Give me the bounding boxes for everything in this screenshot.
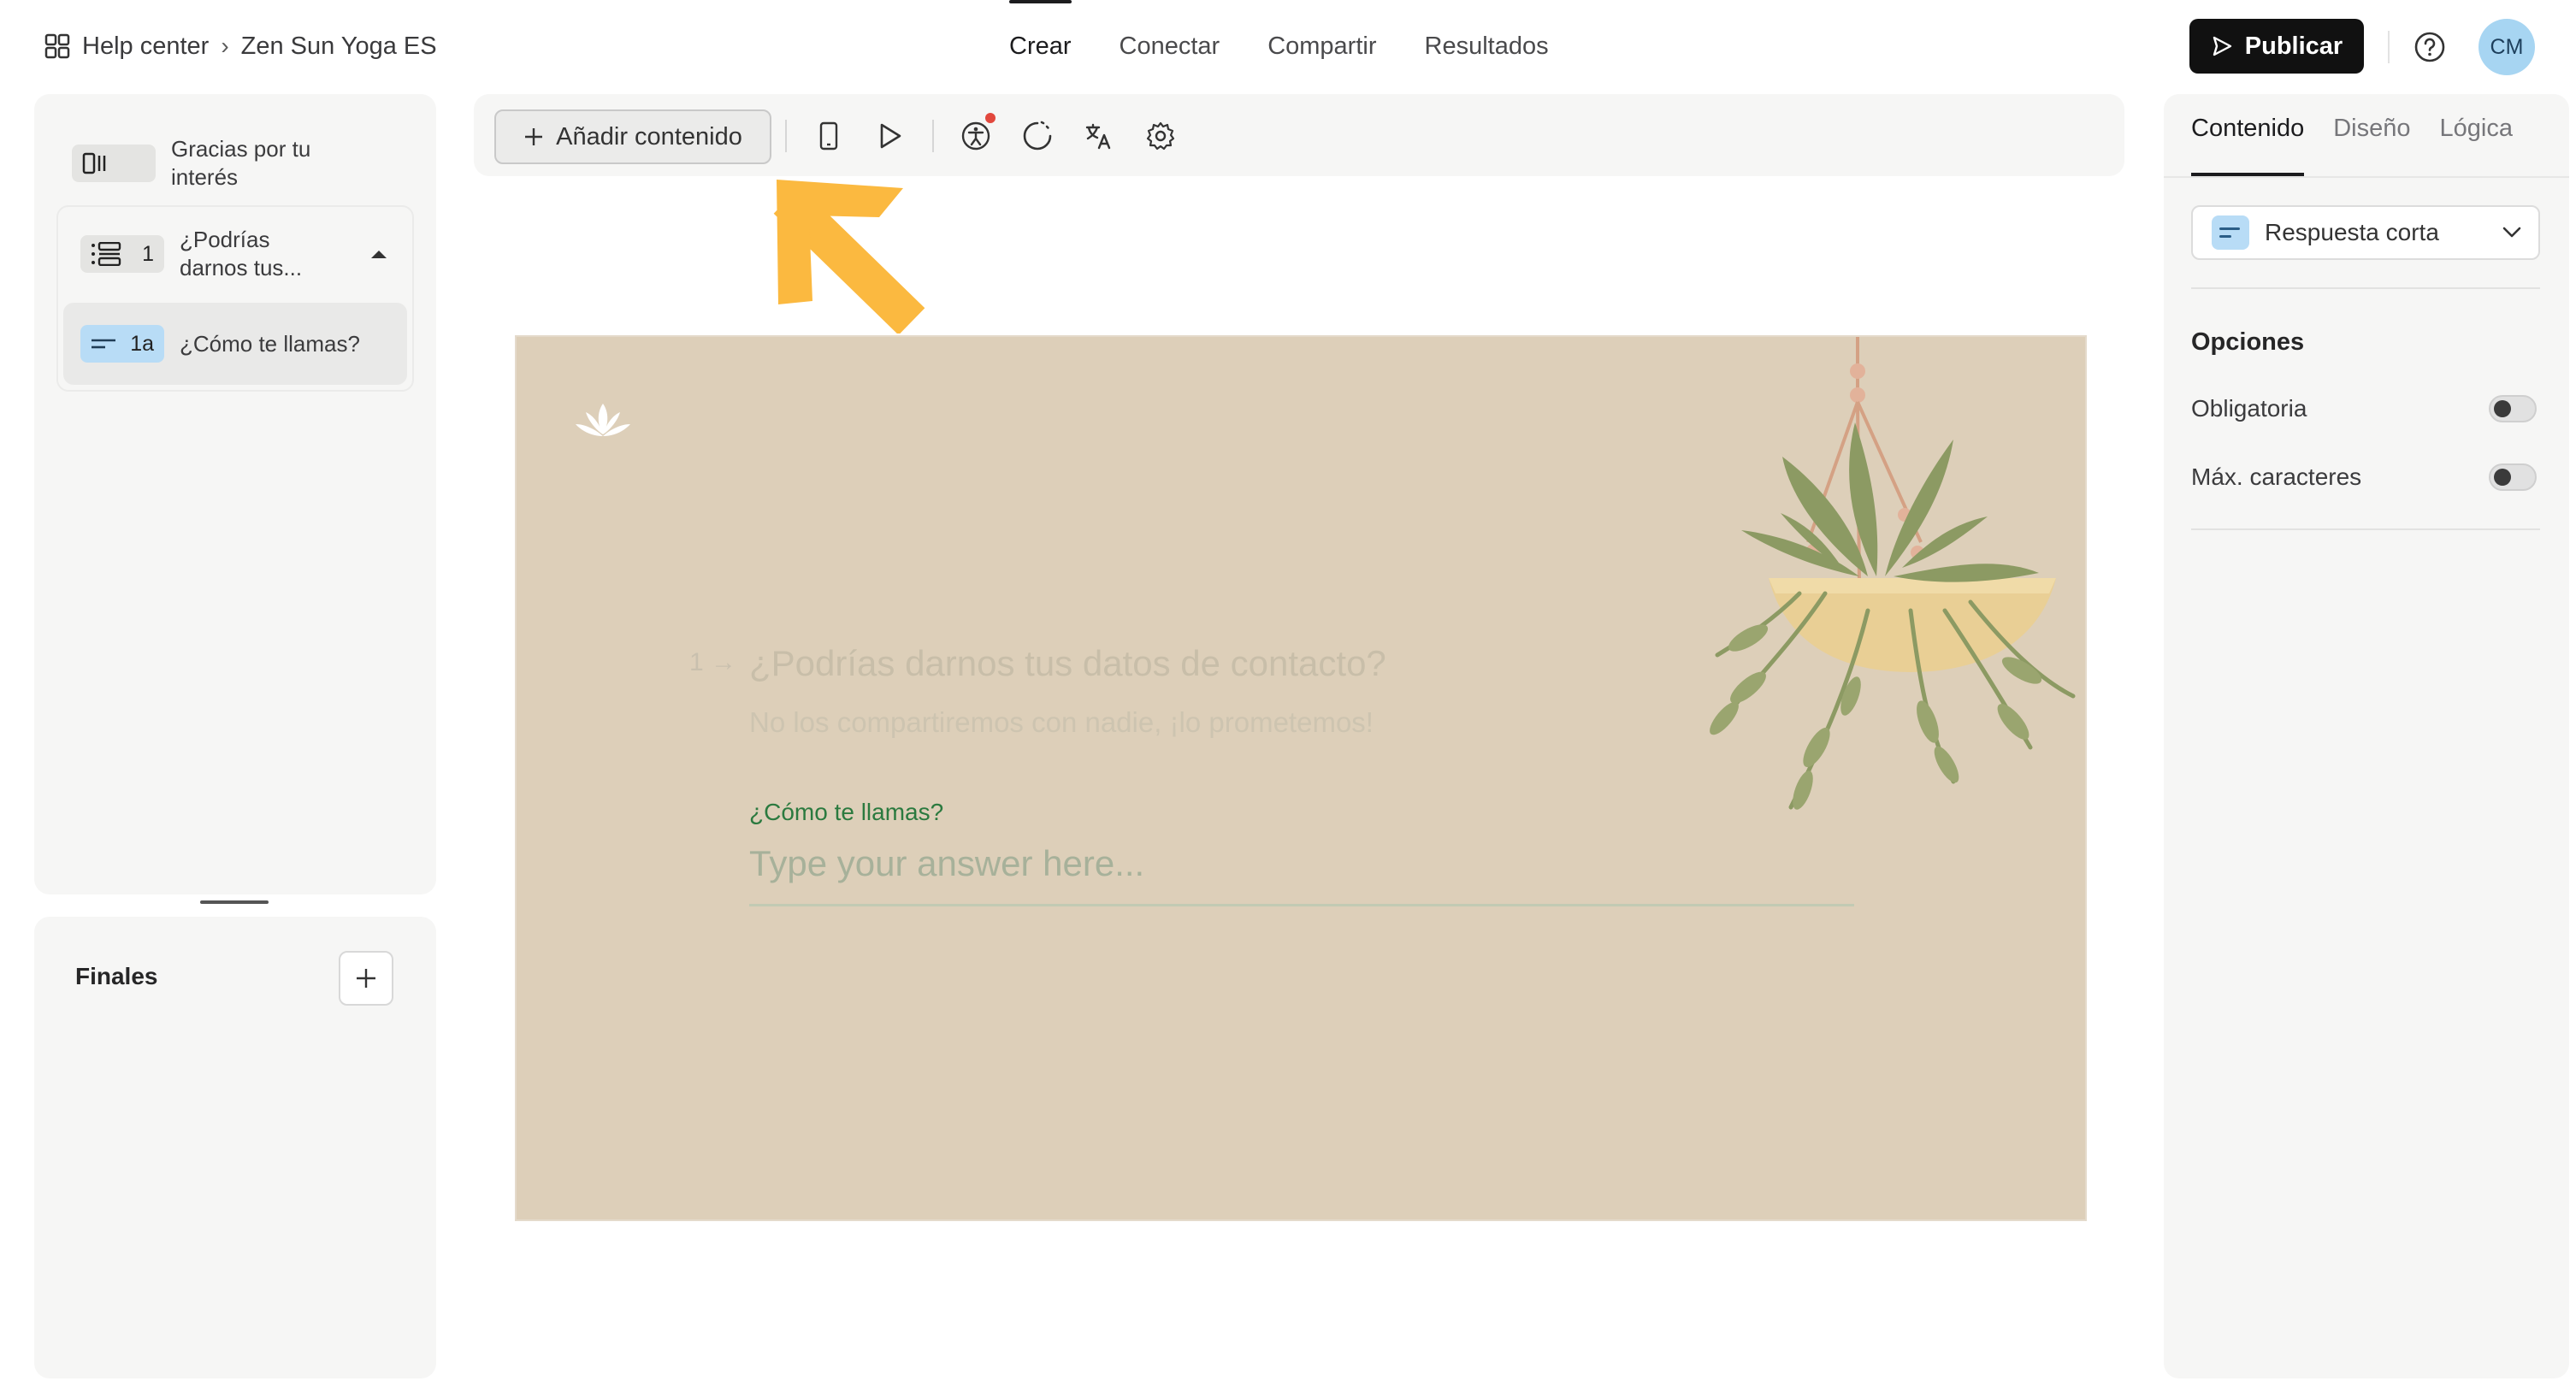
annotation-arrow-icon [773, 180, 925, 334]
header-divider [2388, 31, 2390, 63]
plus-icon [357, 969, 375, 988]
question-description[interactable]: No los compartiremos con nadie, ¡lo prom… [749, 706, 1374, 739]
section-divider [2191, 287, 2540, 289]
form-preview-canvas [515, 335, 2087, 1221]
section-divider [2191, 528, 2540, 530]
tab-contenido[interactable]: Contenido [2191, 115, 2305, 176]
grid-icon[interactable] [44, 33, 70, 59]
question-title[interactable]: ¿Podrías darnos tus datos de contacto? [749, 643, 1386, 684]
chevron-down-icon [2502, 227, 2521, 238]
accessibility-icon [961, 121, 990, 151]
question-number: 1 [142, 241, 154, 266]
publish-label: Publicar [2244, 32, 2343, 60]
add-content-label: Añadir contenido [556, 122, 742, 151]
tabs-divider [2164, 176, 2569, 178]
question-number: 1a [130, 331, 154, 356]
tab-resultados[interactable]: Resultados [1425, 0, 1549, 92]
sidebar-item-welcome[interactable]: Gracias por tu interés [72, 135, 414, 192]
lotus-logo-icon [576, 404, 630, 436]
question-group-icon [92, 242, 121, 266]
options-title: Opciones [2191, 328, 2305, 356]
sidebar-item-label: ¿Podrías darnos tus... [180, 227, 303, 280]
question-type-value: Respuesta corta [2265, 219, 2439, 245]
short-text-icon [92, 339, 115, 349]
panel-resize-handle[interactable] [200, 900, 269, 904]
notification-dot [985, 113, 996, 123]
question-type-select[interactable]: Respuesta corta [2191, 205, 2540, 260]
toolbar-divider [932, 120, 934, 152]
translate-icon [1085, 123, 1111, 150]
welcome-screen-icon [82, 152, 106, 174]
question-number: 1 [689, 648, 704, 676]
question-number-label: 1 → [689, 648, 737, 676]
sidebar-item-label: Gracias por tu interés [171, 136, 311, 190]
loading-icon [1023, 121, 1052, 151]
breadcrumb-current[interactable]: Zen Sun Yoga ES [241, 32, 437, 61]
tab-crear[interactable]: Crear [1009, 0, 1072, 92]
short-text-icon [2212, 215, 2249, 250]
hanging-plant-icon [1710, 337, 2076, 810]
tab-compartir[interactable]: Compartir [1267, 0, 1376, 92]
avatar[interactable]: CM [2479, 19, 2535, 75]
toolbar-divider [785, 120, 787, 152]
help-button[interactable] [2412, 29, 2448, 65]
top-navigation: Crear Conectar Compartir Resultados [1009, 0, 1549, 92]
endings-title: Finales [75, 963, 158, 989]
mobile-preview-button[interactable] [811, 118, 847, 154]
max-chars-toggle[interactable] [2489, 463, 2537, 491]
chevron-right-icon: › [221, 32, 229, 59]
publish-button[interactable]: Publicar [2189, 19, 2364, 74]
breadcrumb-home-link[interactable]: Help center [82, 32, 209, 61]
tab-logica[interactable]: Lógica [2440, 115, 2513, 176]
help-icon [2414, 32, 2445, 62]
add-content-button[interactable]: Añadir contenido [494, 109, 771, 164]
welcome-screen-badge [72, 145, 156, 182]
settings-button[interactable] [1143, 118, 1179, 154]
question-group-badge: 1 [80, 235, 164, 273]
tab-conectar[interactable]: Conectar [1120, 0, 1220, 92]
field-label[interactable]: ¿Cómo te llamas? [749, 799, 943, 826]
sidebar-item-label: ¿Cómo te llamas? [180, 330, 360, 357]
option-max-chars-label: Máx. caracteres [2191, 463, 2362, 490]
loading-settings-button[interactable] [1019, 118, 1055, 154]
required-toggle[interactable] [2489, 395, 2537, 422]
play-icon [880, 123, 901, 149]
sidebar-item-name-question[interactable]: 1a ¿Cómo te llamas? [80, 325, 397, 363]
add-ending-button[interactable] [339, 951, 393, 1006]
translate-button[interactable] [1081, 118, 1117, 154]
preview-button[interactable] [872, 118, 908, 154]
short-text-badge: 1a [80, 325, 164, 363]
accessibility-button[interactable] [958, 118, 994, 154]
sidebar-item-question-group[interactable]: 1 ¿Podrías darnos tus... [80, 226, 388, 282]
mobile-icon [819, 121, 838, 151]
gear-icon [1146, 121, 1175, 151]
breadcrumb: Help center › Zen Sun Yoga ES [44, 29, 437, 63]
send-icon [2213, 36, 2231, 56]
caret-up-icon[interactable] [369, 248, 388, 260]
properties-tabs: Contenido Diseño Lógica [2191, 115, 2513, 176]
plus-icon [525, 128, 543, 145]
option-required-label: Obligatoria [2191, 395, 2307, 422]
tab-diseno[interactable]: Diseño [2333, 115, 2410, 176]
answer-input[interactable]: Type your answer here... [749, 843, 1854, 906]
